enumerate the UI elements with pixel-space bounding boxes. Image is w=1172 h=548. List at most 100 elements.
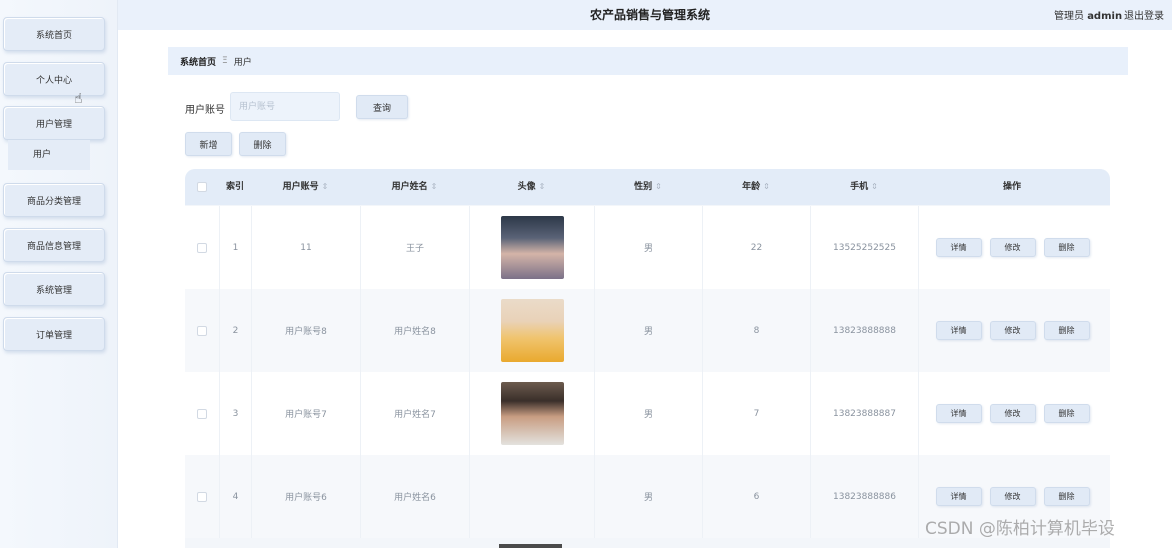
- column-header-phone[interactable]: 手机 ⇕: [810, 169, 918, 205]
- cell-age: 6: [702, 455, 810, 538]
- user-table: 索引 用户账号 ⇕ 用户姓名 ⇕ 头像 ⇕ 性别 ⇕ 年龄 ⇕ 手机 ⇕ 操作 1 11 王…: [185, 169, 1110, 548]
- cell-phone: 13525252525: [810, 206, 918, 289]
- sort-icon[interactable]: ⇕: [655, 182, 662, 191]
- cell-phone: 13823888888: [810, 289, 918, 372]
- cell-gender: 男: [594, 289, 702, 372]
- column-header-actions: 操作: [1002, 182, 1021, 192]
- cell-avatar: [469, 455, 594, 538]
- logout-link[interactable]: 退出登录: [1124, 7, 1164, 22]
- sidebar-item-system-management[interactable]: 系统管理: [3, 272, 105, 306]
- cell-name: 用户姓名6: [360, 455, 469, 538]
- query-button[interactable]: 查询: [356, 95, 408, 119]
- delete-button[interactable]: 删除: [1043, 404, 1090, 423]
- row-checkbox[interactable]: [197, 242, 207, 253]
- detail-button[interactable]: 详情: [935, 238, 982, 257]
- detail-button[interactable]: 详情: [935, 487, 982, 506]
- row-select-cell: [185, 206, 219, 289]
- cell-account: 用户账号6: [251, 455, 360, 538]
- cell-phone: 13823888887: [810, 372, 918, 455]
- table-row: 2 用户账号8 用户姓名8 男 8 13823888888 详情 修改 删除: [185, 289, 1110, 372]
- sidebar-item-label: 订单管理: [35, 330, 72, 341]
- cell-avatar: [469, 289, 594, 372]
- cell-index: 1: [219, 206, 251, 289]
- select-all-checkbox[interactable]: [197, 182, 207, 192]
- cell-name: 用户姓名8: [360, 289, 469, 372]
- cell-account: 用户账号8: [251, 289, 360, 372]
- cell-avatar: [469, 372, 594, 455]
- edit-button[interactable]: 修改: [989, 404, 1036, 423]
- cell-age: 22: [702, 206, 810, 289]
- row-select-cell: [185, 455, 219, 538]
- table-header: 索引 用户账号 ⇕ 用户姓名 ⇕ 头像 ⇕ 性别 ⇕ 年龄 ⇕ 手机 ⇕ 操作: [185, 169, 1110, 205]
- sidebar-item-personal-center[interactable]: 个人中心: [3, 62, 105, 96]
- sidebar-item-label: 商品信息管理: [26, 241, 81, 252]
- breadcrumb: 系统首页 Ξ 用户: [168, 47, 1128, 75]
- delete-button[interactable]: 删除: [1043, 487, 1090, 506]
- column-header-name[interactable]: 用户姓名 ⇕: [360, 169, 469, 205]
- sidebar-item-label: 系统首页: [35, 30, 72, 41]
- add-button[interactable]: 新增: [185, 132, 232, 156]
- cell-gender: 男: [594, 455, 702, 538]
- sidebar-item-label: 系统管理: [35, 285, 72, 296]
- watermark: CSDN @陈柏计算机毕设: [925, 519, 1115, 539]
- delete-button[interactable]: 删除: [1043, 238, 1090, 257]
- cell-actions: 详情 修改 删除: [918, 289, 1106, 372]
- sidebar-item-user-management[interactable]: 用户管理: [3, 106, 105, 140]
- search-label: 用户账号: [185, 105, 225, 116]
- cell-index: 2: [219, 289, 251, 372]
- column-header-gender[interactable]: 性别 ⇕: [594, 169, 702, 205]
- sidebar-item-product-management[interactable]: 商品信息管理: [3, 228, 105, 262]
- sidebar-item-label: 商品分类管理: [26, 196, 81, 207]
- sort-icon[interactable]: ⇕: [322, 182, 329, 191]
- cell-gender: 男: [594, 372, 702, 455]
- select-all-cell: [185, 169, 219, 205]
- cell-actions: 详情 修改 删除: [918, 372, 1106, 455]
- cell-avatar: [469, 206, 594, 289]
- column-header-age[interactable]: 年龄 ⇕: [702, 169, 810, 205]
- detail-button[interactable]: 详情: [935, 404, 982, 423]
- breadcrumb-home[interactable]: 系统首页: [180, 55, 216, 68]
- cell-phone: 13823888886: [810, 455, 918, 538]
- column-header-account[interactable]: 用户账号 ⇕: [251, 169, 360, 205]
- column-header-index: 索引: [225, 182, 244, 192]
- table-row: 1 11 王子 男 22 13525252525 详情 修改 删除: [185, 206, 1110, 289]
- app-title: 农产品销售与管理系统: [590, 8, 711, 22]
- column-header-avatar[interactable]: 头像 ⇕: [469, 169, 594, 205]
- sidebar-item-category-management[interactable]: 商品分类管理: [3, 183, 105, 217]
- row-checkbox[interactable]: [197, 408, 207, 419]
- sort-icon[interactable]: ⇕: [871, 182, 878, 191]
- cell-account: 11: [251, 206, 360, 289]
- edit-button[interactable]: 修改: [989, 238, 1036, 257]
- user-info: 管理员 admin: [1054, 7, 1122, 22]
- table-row: 3 用户账号7 用户姓名7 男 7 13823888887 详情 修改 删除: [185, 372, 1110, 455]
- sidebar: 系统首页 个人中心 ☝ 用户管理 用户 商品分类管理 商品信息管理 系统管理 订…: [0, 0, 118, 548]
- breadcrumb-current: 用户: [233, 57, 252, 68]
- sidebar-subitem-user[interactable]: 用户: [8, 140, 90, 170]
- edit-button[interactable]: 修改: [989, 487, 1036, 506]
- sidebar-item-order-management[interactable]: 订单管理: [3, 317, 105, 351]
- detail-button[interactable]: 详情: [935, 321, 982, 340]
- partial-avatar: [499, 544, 562, 548]
- cell-name: 王子: [360, 206, 469, 289]
- row-checkbox[interactable]: [197, 325, 207, 336]
- hand-cursor-icon: ☝: [74, 91, 83, 107]
- search-input[interactable]: [230, 92, 340, 121]
- user-role: 管理员: [1054, 11, 1084, 22]
- cell-age: 7: [702, 372, 810, 455]
- row-select-cell: [185, 372, 219, 455]
- batch-delete-button[interactable]: 删除: [239, 132, 286, 156]
- sidebar-item-label: 个人中心: [35, 75, 72, 86]
- sidebar-item-label: 用户管理: [35, 119, 72, 130]
- edit-button[interactable]: 修改: [989, 321, 1036, 340]
- cell-index: 3: [219, 372, 251, 455]
- avatar: [500, 299, 564, 362]
- row-select-cell: [185, 289, 219, 372]
- avatar: [500, 382, 564, 445]
- sort-icon[interactable]: ⇕: [539, 182, 546, 191]
- sort-icon[interactable]: ⇕: [431, 182, 438, 191]
- delete-button[interactable]: 删除: [1043, 321, 1090, 340]
- cell-age: 8: [702, 289, 810, 372]
- sort-icon[interactable]: ⇕: [763, 182, 770, 191]
- row-checkbox[interactable]: [197, 491, 207, 502]
- sidebar-item-home[interactable]: 系统首页: [3, 17, 105, 51]
